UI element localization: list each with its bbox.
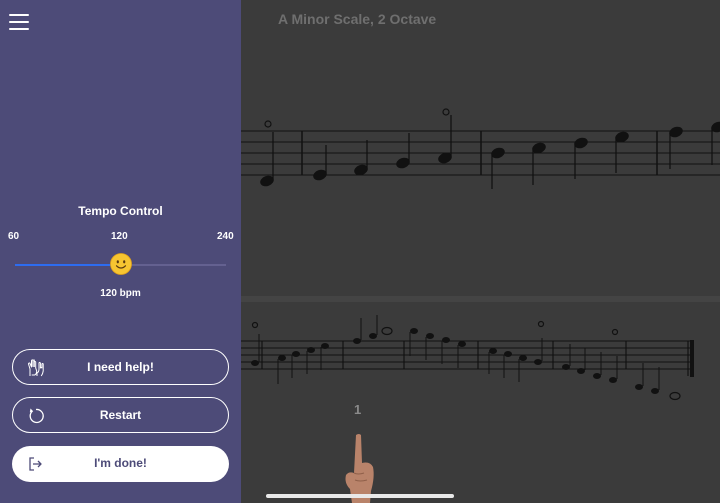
- pointing-finger-icon: [345, 434, 374, 503]
- staff-divider: [241, 296, 720, 302]
- restart-label: Restart: [99, 408, 142, 422]
- tempo-max-label: 240: [217, 231, 234, 242]
- done-label: I'm done!: [94, 456, 147, 470]
- tempo-control-title: Tempo Control: [78, 204, 163, 218]
- need-help-label: I need help!: [87, 360, 154, 374]
- tempo-value: 120 bpm: [100, 288, 141, 299]
- staff-upper: [241, 108, 720, 189]
- done-button[interactable]: I'm done!: [12, 446, 229, 482]
- score-title: A Minor Scale, 2 Octave: [278, 11, 437, 27]
- sheet-music-area: A Minor Scale, 2 Octave 1: [241, 0, 720, 503]
- measure-number: 1: [354, 402, 362, 417]
- smiley-face-icon[interactable]: [110, 253, 132, 275]
- tempo-min-label: 60: [8, 231, 20, 242]
- sidebar: Tempo Control 60 120 240 120 bpm I need …: [0, 0, 241, 503]
- home-indicator[interactable]: [266, 494, 454, 498]
- tempo-mid-label: 120: [111, 231, 128, 242]
- restart-button[interactable]: Restart: [12, 397, 229, 433]
- slider-fill: [15, 264, 121, 266]
- note: [711, 121, 720, 133]
- staff-lower: [241, 315, 694, 401]
- tempo-slider[interactable]: [15, 253, 226, 275]
- hamburger-menu-icon[interactable]: [9, 12, 31, 32]
- need-help-button[interactable]: I need help!: [12, 349, 229, 385]
